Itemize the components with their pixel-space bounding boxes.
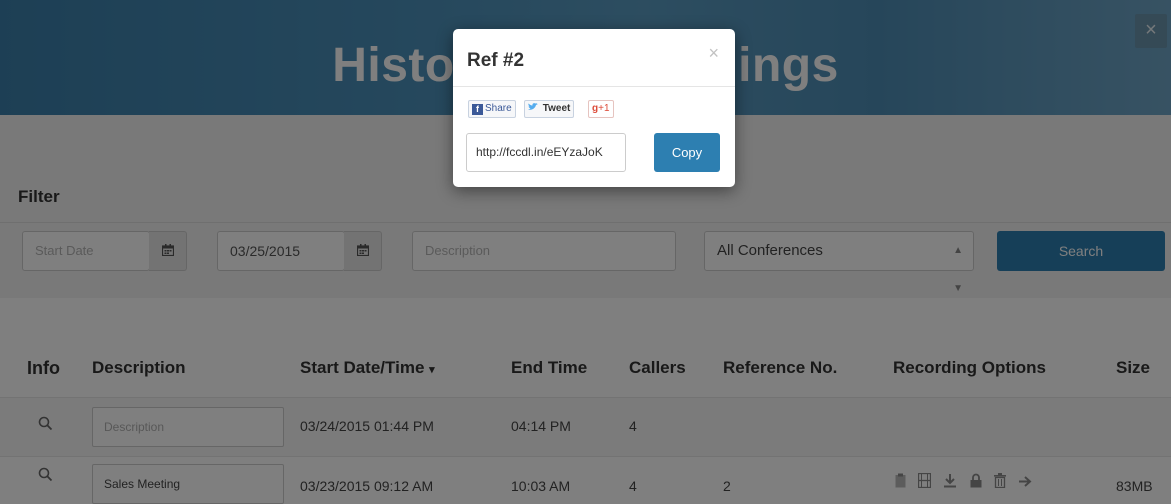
share-modal: Ref #2 × f Share Tweet g+1 http://fccdl.i… xyxy=(453,29,735,187)
tweet-button[interactable]: Tweet xyxy=(524,100,575,118)
tweet-label: Tweet xyxy=(542,103,571,114)
google-plus-button[interactable]: g+1 xyxy=(588,100,614,118)
modal-title: Ref #2 xyxy=(467,50,525,71)
google-plus-label: +1 xyxy=(598,103,610,114)
divider xyxy=(453,86,735,87)
close-icon[interactable]: × xyxy=(708,43,719,64)
facebook-share-label: Share xyxy=(485,103,512,114)
facebook-share-button[interactable]: f Share xyxy=(468,100,516,118)
twitter-icon xyxy=(528,103,541,114)
facebook-icon: f xyxy=(472,104,483,115)
share-link-input[interactable]: http://fccdl.in/eEYzaJoK xyxy=(466,133,626,172)
copy-button[interactable]: Copy xyxy=(654,133,720,172)
